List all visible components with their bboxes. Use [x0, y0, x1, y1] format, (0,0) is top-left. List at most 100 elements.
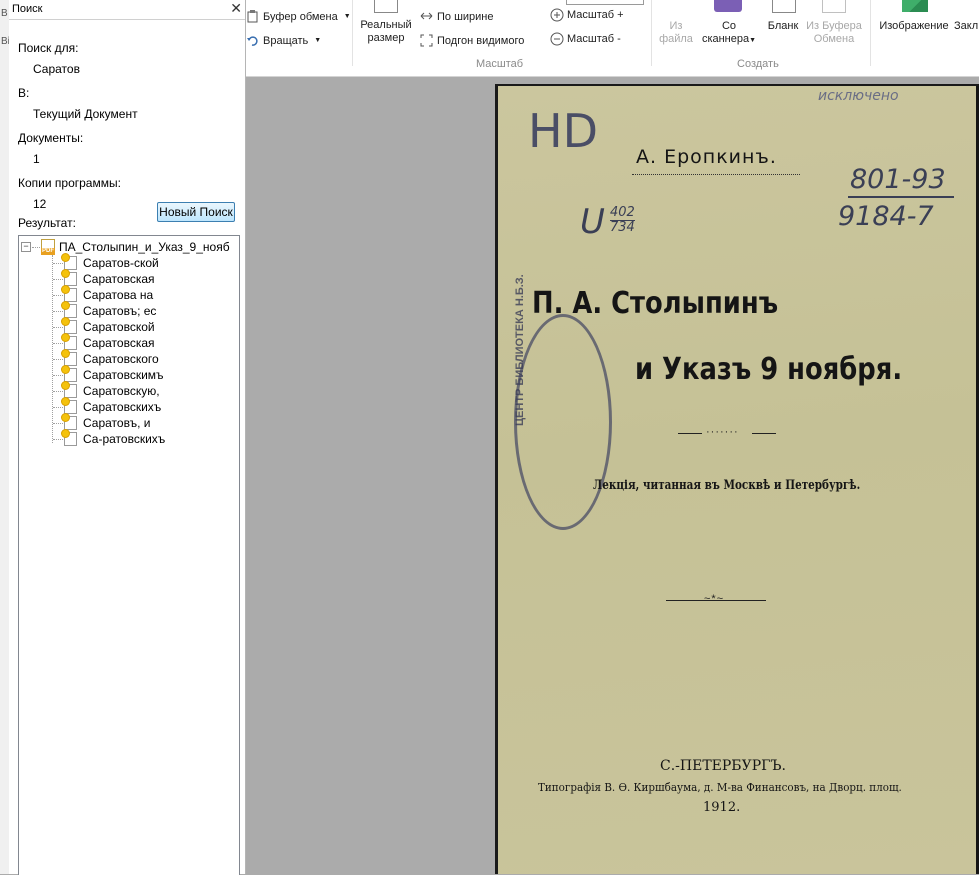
actual-size-label-2: размер — [367, 32, 405, 44]
clipboard-menu[interactable]: Буфер обмена ▼ — [246, 10, 351, 23]
bookmark-label: Закл — [954, 20, 979, 32]
edge-label-1: В — [1, 8, 8, 19]
scanner-icon — [714, 0, 742, 12]
shelf-top: 402 — [610, 205, 635, 221]
result-item[interactable]: Саратовъ, и — [19, 414, 165, 431]
tree-connector — [53, 310, 63, 312]
result-item[interactable]: Саратова на — [19, 286, 165, 303]
from-scanner-label-1: Со — [721, 20, 737, 32]
result-item[interactable]: Саратовскую, — [19, 382, 165, 399]
separator — [651, 0, 652, 66]
document-year: 1912. — [703, 800, 741, 815]
handwritten-shelf-number: 402 734 — [610, 206, 635, 235]
search-panel-title: Поиск — [12, 3, 43, 15]
zoom-in-button[interactable]: Масштаб + — [550, 8, 624, 22]
search-hit-icon — [62, 430, 77, 446]
image-icon — [902, 0, 928, 12]
handwritten-note: исключено — [818, 88, 899, 104]
tree-connector — [32, 246, 40, 248]
find-label: Поиск для: — [18, 41, 79, 55]
result-item[interactable]: Са-ратовскихъ — [19, 430, 166, 447]
image-button[interactable]: Изображение — [876, 0, 952, 33]
copies-label: Копии программы: — [18, 176, 121, 190]
search-hit-icon — [62, 254, 77, 270]
result-item-label: Саратовъ; ес — [83, 304, 157, 318]
result-item[interactable]: Саратовскихъ — [19, 398, 165, 415]
result-item[interactable]: Саратовъ; ес — [19, 302, 165, 319]
documents-value: 1 — [33, 152, 40, 166]
in-label: В: — [18, 86, 30, 100]
tree-connector — [53, 294, 63, 296]
library-stamp-text: ЦЕНТР БИБЛИОТЕКА Н.Б.З. — [514, 274, 526, 426]
document-page: HD исключено А. Еропкинъ. 801-93 9184-7 … — [498, 86, 979, 874]
close-icon[interactable]: ✕ — [230, 0, 242, 17]
result-item-label: Саратов-ской — [83, 256, 159, 270]
collapse-icon[interactable]: − — [21, 242, 31, 252]
rotate-icon — [246, 34, 259, 47]
page-icon — [374, 0, 398, 13]
result-item-label: Саратовская — [83, 272, 155, 286]
result-item-label: Са-ратовскихъ — [83, 432, 166, 446]
from-file-button[interactable]: Из файла — [656, 20, 696, 46]
zoom-out-label: Масштаб - — [567, 32, 621, 45]
from-clipboard-button[interactable]: Из Буфера Обмена — [804, 0, 864, 46]
tree-connector — [53, 358, 63, 360]
from-file-label-2: файла — [659, 33, 693, 45]
result-item[interactable]: Саратовскимъ — [19, 366, 165, 383]
tree-connector — [53, 326, 63, 328]
library-stamp — [514, 314, 612, 530]
from-clipboard-label-1: Из Буфера — [806, 20, 862, 32]
tree-connector — [53, 374, 63, 376]
copies-value: 12 — [33, 197, 47, 211]
zoom-field[interactable] — [566, 0, 644, 5]
result-item[interactable]: Саратовская — [19, 334, 165, 351]
search-hit-icon — [62, 318, 77, 334]
search-panel: Поиск ✕ Поиск для: Саратов В: Текущий До… — [9, 0, 246, 875]
result-item-label: Саратовского — [83, 352, 159, 366]
result-item-label: Саратовскимъ — [83, 368, 164, 382]
blank-button[interactable]: Бланк — [764, 0, 802, 33]
result-item[interactable]: Саратов-ской — [19, 254, 165, 271]
from-scanner-button[interactable]: Со сканнера▼ — [698, 0, 760, 47]
from-scanner-label-2: сканнера — [701, 33, 750, 45]
tree-connector — [53, 278, 63, 280]
zoom-in-label: Масштаб + — [567, 8, 624, 21]
ornament: ~*~ — [704, 593, 725, 605]
new-search-button[interactable]: Новый Поиск — [157, 202, 235, 222]
tree-root-item[interactable]: − ПА_Столыпин_и_Указ_9_нояб — [19, 239, 230, 255]
clipboard-label: Буфер обмена — [263, 10, 338, 23]
bookmark-button[interactable]: Закл — [954, 20, 979, 33]
clipboard-page-icon — [822, 0, 846, 13]
document-city: С.-ПЕТЕРБУРГЪ. — [660, 758, 786, 774]
search-hit-icon — [62, 382, 77, 398]
result-item[interactable]: Саратовская — [19, 270, 165, 287]
rotate-menu[interactable]: Вращать ▼ — [246, 34, 321, 47]
actual-size-button[interactable]: Реальный размер — [358, 0, 414, 45]
shelf-bottom: 734 — [610, 220, 635, 235]
blank-label: Бланк — [767, 20, 799, 32]
result-item[interactable]: Саратовской — [19, 318, 165, 335]
document-printer: Типографія В. Ѳ. Киршбаума, д. М-ва Фина… — [538, 781, 902, 794]
zoom-out-button[interactable]: Масштаб - — [550, 32, 621, 46]
divider — [632, 174, 800, 175]
chevron-down-icon: ▼ — [343, 13, 351, 20]
results-tree[interactable]: − ПА_Столыпин_и_Указ_9_нояб Саратов-ской… — [18, 235, 240, 875]
document-title-line-2: и Указъ 9 ноября. — [635, 352, 903, 387]
zoom-in-icon — [550, 8, 564, 22]
result-item-label: Саратовскихъ — [83, 400, 162, 414]
fit-visible-button[interactable]: Подгон видимого — [420, 34, 524, 47]
ornament: ······· — [706, 426, 739, 438]
document-author: А. Еропкинъ. — [636, 146, 777, 168]
search-panel-header: Поиск ✕ — [9, 0, 245, 20]
fit-width-icon — [420, 10, 433, 23]
handwritten-number: 801-93 — [850, 164, 946, 195]
separator — [352, 0, 353, 66]
result-item-label: Саратовскую, — [83, 384, 160, 398]
documents-label: Документы: — [18, 131, 84, 145]
fit-width-button[interactable]: По ширине — [420, 10, 494, 23]
search-hit-icon — [62, 414, 77, 430]
result-item[interactable]: Саратовского — [19, 350, 165, 367]
fit-visible-label: Подгон видимого — [437, 34, 525, 47]
separator — [870, 0, 871, 66]
handwritten-number: 9184-7 — [838, 201, 934, 232]
